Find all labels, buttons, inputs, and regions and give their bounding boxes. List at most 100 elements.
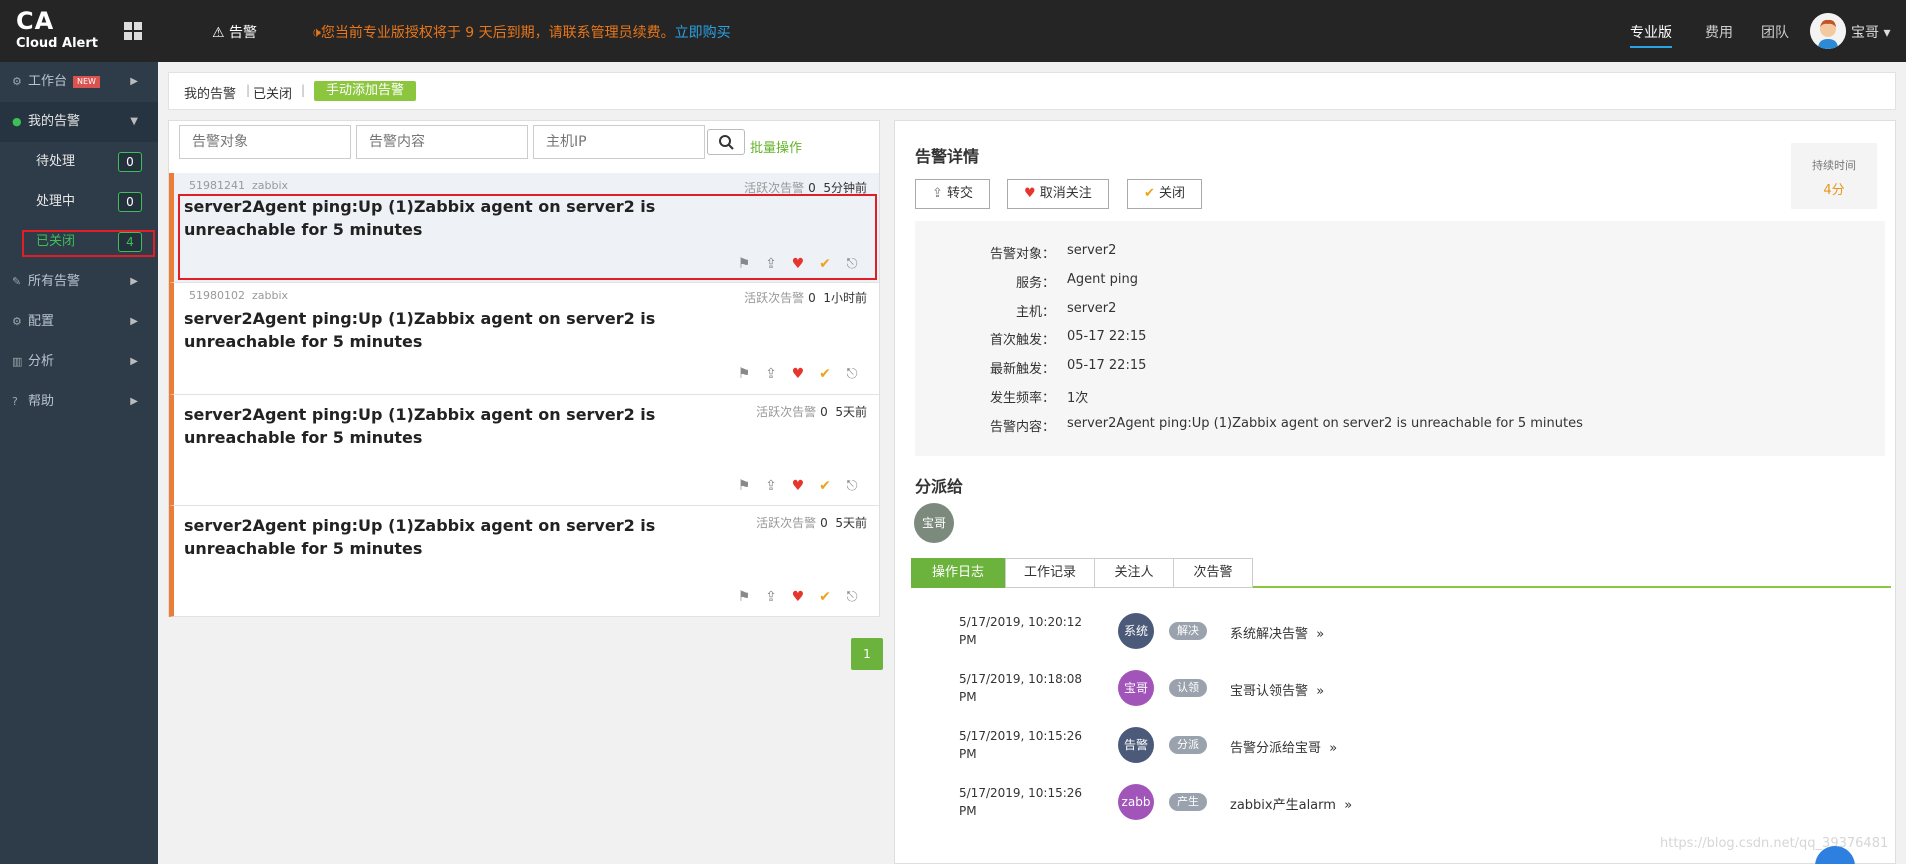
- log-time: 5/17/2019, 10:20:12 PM: [959, 615, 1083, 647]
- target-search-input[interactable]: [179, 125, 351, 159]
- chevron-right-icon: ▶: [130, 276, 138, 287]
- alert-card[interactable]: 活跃次告警 0 5天前 server2Agent ping:Up (1)Zabbi…: [169, 506, 879, 617]
- batch-ops-link[interactable]: 批量操作: [750, 137, 802, 156]
- alert-meta: 51981241 zabbix: [189, 179, 289, 192]
- log-message: 系统解决告警 »: [1230, 627, 1325, 642]
- add-alert-button[interactable]: 手动添加告警: [314, 81, 417, 101]
- top-bar: CA Cloud Alert ⚠ 告警 🕩您当前专业版授权将于 9 天后到期，请…: [0, 0, 1906, 62]
- log-time: 5/17/2019, 10:18:08 PM: [959, 672, 1083, 704]
- nav-fees[interactable]: 费用: [1705, 22, 1733, 42]
- log-message: 告警分派给宝哥 »: [1230, 741, 1338, 756]
- logo-subtitle: Cloud Alert: [16, 36, 98, 51]
- log-tag: 解决: [1169, 622, 1207, 640]
- content-search-input[interactable]: [356, 125, 528, 159]
- page-button[interactable]: 1: [851, 638, 883, 670]
- log-avatar: 宝哥: [1118, 670, 1154, 706]
- share-icon[interactable]: ⇪: [762, 588, 780, 606]
- flag-icon[interactable]: ⚑: [735, 477, 753, 495]
- alert-actions: ⚑ ⇪ ♥ ✔ ⎋: [735, 588, 865, 606]
- user-icon: ●: [12, 115, 22, 128]
- transfer-button[interactable]: ⇪ 转交: [915, 179, 991, 209]
- log-tag: 认领: [1169, 679, 1207, 697]
- sidebar-item-all-alerts[interactable]: ✎ 所有告警 ▶: [0, 262, 158, 302]
- nav-team[interactable]: 团队: [1761, 22, 1789, 42]
- sidebar-item-analysis[interactable]: ▥ 分析 ▶: [0, 342, 158, 382]
- buy-now-link[interactable]: 立即购买: [675, 25, 731, 41]
- log-avatar: zabb: [1118, 784, 1154, 820]
- tab-work-record[interactable]: 工作记录: [1005, 558, 1095, 588]
- alert-stat: 活跃次告警 0 5天前: [756, 405, 867, 419]
- check-icon[interactable]: ✔: [816, 477, 834, 495]
- license-notice: 🕩您当前专业版授权将于 9 天后到期，请联系管理员续费。立即购买: [312, 25, 731, 41]
- tab-my-alerts[interactable]: 我的告警: [184, 83, 236, 102]
- exit-icon[interactable]: ⎋: [843, 477, 861, 495]
- detail-title: 告警详情: [915, 147, 980, 166]
- apps-grid-icon[interactable]: [124, 22, 142, 40]
- tab-followers[interactable]: 关注人: [1094, 558, 1174, 588]
- count-badge: 0: [118, 152, 142, 172]
- unfollow-button[interactable]: ♥ 取消关注: [1007, 179, 1109, 209]
- alert-title: server2Agent ping:Up (1)Zabbix agent on …: [184, 309, 656, 351]
- tab-operation-log[interactable]: 操作日志: [911, 558, 1005, 588]
- expand-icon[interactable]: »: [1344, 798, 1352, 813]
- expand-icon[interactable]: »: [1329, 741, 1337, 756]
- exit-icon[interactable]: ⎋: [843, 588, 861, 606]
- expand-icon[interactable]: »: [1316, 684, 1324, 699]
- alert-stat: 活跃次告警 0 5天前: [756, 516, 867, 530]
- tab-closed[interactable]: 已关闭: [253, 83, 292, 102]
- close-alert-button[interactable]: ✔ 关闭: [1127, 179, 1203, 209]
- duration-box: 持续时间 4分: [1791, 143, 1877, 209]
- alert-detail-panel: 告警详情 ⇪ 转交 ♥ 取消关注 ✔ 关闭 持续时间 4分 告警对象： serve…: [894, 120, 1896, 864]
- log-avatar: 系统: [1118, 613, 1154, 649]
- detail-tabs: 操作日志 工作记录 关注人 次告警: [911, 558, 1891, 588]
- user-menu[interactable]: 宝哥 ▾: [1851, 22, 1890, 42]
- logo-text: CA: [16, 7, 55, 35]
- heart-icon[interactable]: ♥: [789, 365, 807, 383]
- chevron-right-icon: ▶: [130, 76, 138, 87]
- log-time: 5/17/2019, 10:15:26 PM: [959, 786, 1083, 818]
- help-icon: ?: [12, 395, 18, 408]
- logo[interactable]: CA Cloud Alert: [16, 8, 98, 52]
- chevron-down-icon: ▼: [130, 116, 138, 127]
- log-time: 5/17/2019, 10:15:26 PM: [959, 729, 1083, 761]
- sidebar: ⚙ 工作台 NEW ▶ ● 我的告警 ▼ 待处理 0 处理中 0 已关闭 4 ✎ 所有告…: [0, 62, 158, 864]
- exit-icon[interactable]: ⎋: [843, 365, 861, 383]
- share-icon[interactable]: ⇪: [762, 477, 780, 495]
- watermark: https://blog.csdn.net/qq_39376481: [1660, 836, 1889, 851]
- expand-icon[interactable]: »: [1316, 627, 1324, 642]
- speaker-icon: 🕩: [312, 25, 321, 41]
- flag-icon[interactable]: ⚑: [735, 588, 753, 606]
- nav-pro[interactable]: 专业版: [1630, 22, 1672, 48]
- sidebar-item-help[interactable]: ? 帮助 ▶: [0, 382, 158, 422]
- highlight-box: [22, 230, 155, 257]
- sidebar-item-pending[interactable]: 待处理 0: [0, 142, 158, 182]
- alert-card[interactable]: 活跃次告警 0 5天前 server2Agent ping:Up (1)Zabbi…: [169, 395, 879, 506]
- flag-icon[interactable]: ⚑: [735, 365, 753, 383]
- check-icon[interactable]: ✔: [816, 588, 834, 606]
- check-icon[interactable]: ✔: [816, 365, 834, 383]
- user-avatar[interactable]: [1810, 13, 1846, 49]
- chevron-right-icon: ▶: [130, 316, 138, 327]
- alert-title: server2Agent ping:Up (1)Zabbix agent on …: [184, 516, 656, 558]
- alert-card[interactable]: 51980102 zabbix 活跃次告警 0 1小时前 server2Agent…: [169, 283, 879, 395]
- share-icon: ⇪: [932, 186, 943, 201]
- highlight-box: [178, 194, 877, 280]
- nav-alarm[interactable]: ⚠ 告警: [212, 22, 257, 42]
- detail-info: 告警对象： server2 服务： Agent ping 主机： server2 首次…: [915, 221, 1885, 456]
- tab-sub-alerts[interactable]: 次告警: [1173, 558, 1253, 588]
- search-button[interactable]: [707, 129, 745, 155]
- sidebar-item-config[interactable]: ⚙ 配置 ▶: [0, 302, 158, 342]
- sidebar-item-processing[interactable]: 处理中 0: [0, 182, 158, 222]
- sidebar-item-workbench[interactable]: ⚙ 工作台 NEW ▶: [0, 62, 158, 102]
- heart-icon[interactable]: ♥: [789, 477, 807, 495]
- log-tag: 产生: [1169, 793, 1207, 811]
- assignee-avatar[interactable]: 宝哥: [914, 503, 954, 543]
- ip-search-input[interactable]: [533, 125, 705, 159]
- share-icon[interactable]: ⇪: [762, 365, 780, 383]
- alert-meta: 51980102 zabbix: [189, 289, 289, 302]
- sidebar-item-my-alerts[interactable]: ● 我的告警 ▼: [0, 102, 158, 142]
- heart-icon[interactable]: ♥: [789, 588, 807, 606]
- check-icon: ✔: [1144, 186, 1155, 201]
- gear-icon: ⚙: [12, 315, 22, 328]
- chevron-right-icon: ▶: [130, 356, 138, 367]
